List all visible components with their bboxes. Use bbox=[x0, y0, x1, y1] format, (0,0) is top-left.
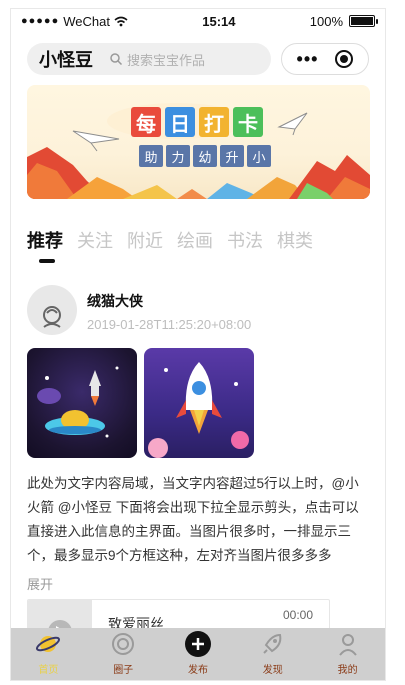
search-input[interactable]: 搜索宝宝作品 bbox=[127, 50, 205, 69]
avatar[interactable] bbox=[27, 285, 77, 335]
tabbar-label-publish: 发布 bbox=[187, 665, 208, 676]
post-text: 此处为文字内容局域，当文字内容超过5行以上时，@小火箭 @小怪豆 下面将会出现下… bbox=[27, 476, 359, 563]
banner-subtitle-char: 助 bbox=[139, 145, 163, 167]
banner-title-char: 打 bbox=[199, 107, 229, 137]
bottom-tab-bar: 首页 圈子 发布 发现 我的 bbox=[11, 628, 385, 680]
status-bar: ●●●●● WeChat 15:14 100% bbox=[11, 9, 385, 33]
search-bar[interactable]: 小怪豆 搜索宝宝作品 bbox=[27, 43, 271, 75]
wifi-icon bbox=[114, 16, 128, 26]
rocket-icon bbox=[260, 631, 286, 657]
tab-nearby[interactable]: 附近 bbox=[127, 227, 163, 253]
space-ufo-illustration bbox=[37, 366, 119, 438]
banner-subtitle-char: 力 bbox=[166, 145, 190, 167]
planet-icon bbox=[35, 631, 61, 657]
post-image-2[interactable] bbox=[144, 348, 254, 458]
signal-icon: ●●●●● bbox=[21, 15, 60, 27]
tab-recommend[interactable]: 推荐 bbox=[27, 227, 63, 253]
banner-title-char: 卡 bbox=[233, 107, 263, 137]
clock: 15:14 bbox=[202, 13, 236, 29]
tabbar-item-publish[interactable]: 发布 bbox=[161, 628, 236, 680]
category-tabs: 推荐 关注 附近 绘画 书法 棋类 bbox=[27, 227, 313, 253]
rocket-illustration bbox=[148, 362, 249, 458]
app-name: 小怪豆 bbox=[39, 50, 93, 70]
banner-subtitle-char: 小 bbox=[247, 145, 271, 167]
search-icon bbox=[110, 53, 123, 66]
tab-follow[interactable]: 关注 bbox=[77, 227, 113, 253]
nav-bar: 小怪豆 搜索宝宝作品 ••• bbox=[11, 35, 385, 83]
tabbar-label-profile: 我的 bbox=[337, 665, 358, 676]
profile-icon bbox=[335, 631, 361, 657]
plus-icon bbox=[184, 631, 211, 657]
tabbar-label-discover: 发现 bbox=[262, 665, 283, 676]
banner-subtitle: 助 力 幼 升 小 bbox=[139, 145, 271, 167]
tabbar-label-home: 首页 bbox=[38, 665, 59, 676]
banner-illustration bbox=[27, 103, 370, 199]
close-target-icon[interactable] bbox=[335, 50, 354, 68]
active-tab-indicator bbox=[39, 259, 55, 263]
status-left: ●●●●● WeChat bbox=[21, 14, 128, 29]
post-username[interactable]: 绒猫大侠 bbox=[87, 291, 143, 311]
tabbar-item-circle[interactable]: 圈子 bbox=[86, 628, 161, 680]
banner-title-char: 日 bbox=[165, 107, 195, 137]
tab-chess[interactable]: 棋类 bbox=[277, 227, 313, 253]
tabbar-item-profile[interactable]: 我的 bbox=[310, 628, 385, 680]
daily-checkin-banner[interactable]: 每 日 打 卡 助 力 幼 升 小 bbox=[27, 85, 370, 199]
post-image-1[interactable] bbox=[27, 348, 137, 458]
tab-painting[interactable]: 绘画 bbox=[177, 227, 213, 253]
banner-title: 每 日 打 卡 bbox=[131, 107, 263, 137]
mini-program-capsule: ••• bbox=[281, 43, 369, 75]
tabbar-item-discover[interactable]: 发现 bbox=[235, 628, 310, 680]
audio-duration: 00:00 bbox=[282, 608, 313, 622]
banner-subtitle-char: 幼 bbox=[193, 145, 217, 167]
tabbar-label-circle: 圈子 bbox=[113, 665, 134, 676]
tabbar-item-home[interactable]: 首页 bbox=[11, 628, 86, 680]
battery-icon bbox=[349, 15, 378, 27]
carrier-label: WeChat bbox=[63, 13, 110, 29]
banner-title-char: 每 bbox=[131, 107, 161, 137]
post-timestamp: 2019-01-28T11:25:20+08:00 bbox=[87, 317, 252, 332]
battery-percent: 100% bbox=[309, 13, 343, 29]
expand-link[interactable]: 展开 bbox=[27, 574, 53, 593]
avatar-placeholder-icon bbox=[43, 306, 61, 328]
more-icon[interactable]: ••• bbox=[297, 49, 319, 70]
phone-screen: ●●●●● WeChat 15:14 100% 小怪豆 搜索宝宝作品 ••• 每… bbox=[10, 8, 386, 681]
tab-calligraphy[interactable]: 书法 bbox=[227, 227, 263, 253]
banner-subtitle-char: 升 bbox=[220, 145, 244, 167]
status-right: 100% bbox=[309, 13, 378, 29]
circle-icon bbox=[110, 631, 136, 657]
